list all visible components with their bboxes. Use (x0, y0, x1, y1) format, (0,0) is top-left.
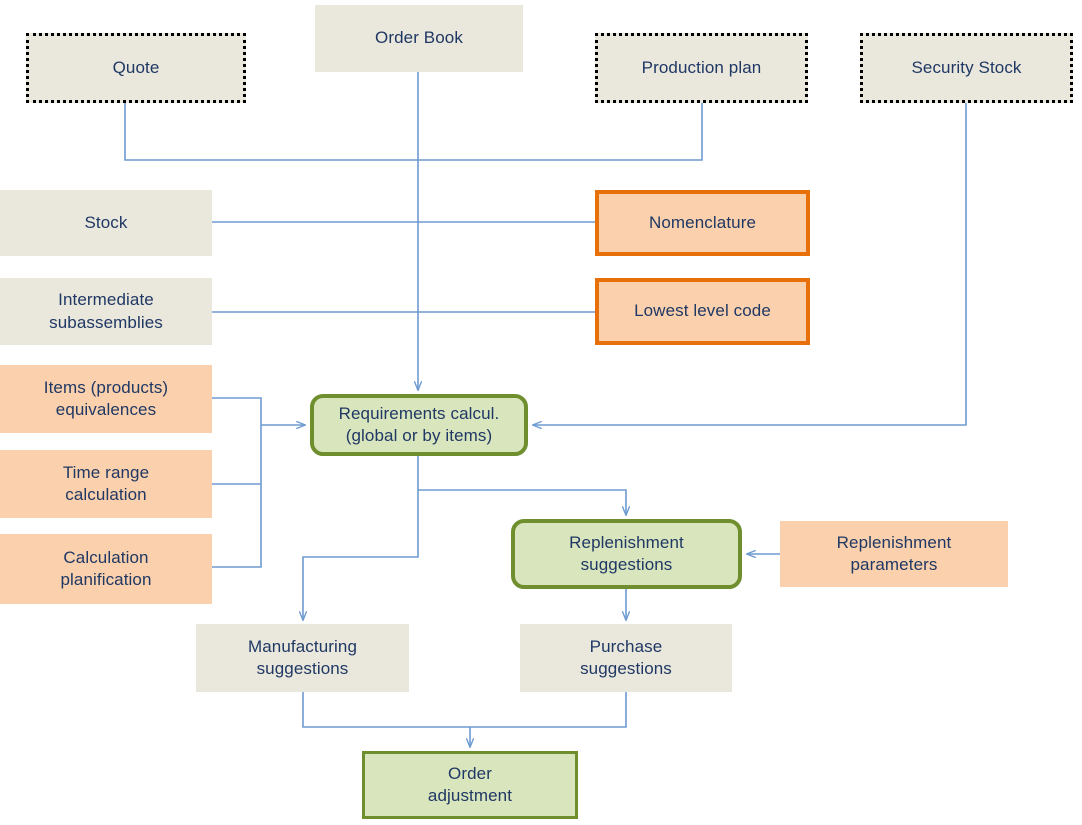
wire-requirements-to-manufacturing (303, 490, 419, 620)
node-manufacturing-suggestions-label: Manufacturing suggestions (247, 636, 358, 678)
node-security-stock[interactable]: Security Stock (860, 33, 1073, 103)
node-replenishment-suggestions-label: Replenishment suggestions (569, 532, 684, 574)
node-stock-label: Stock (84, 212, 128, 232)
node-production-plan[interactable]: Production plan (595, 33, 808, 103)
node-quote-label: Quote (112, 57, 160, 77)
wire-manufacturing-to-join (302, 692, 470, 728)
node-items-equivalences-label: Items (products) equivalences (43, 377, 169, 419)
node-manufacturing-suggestions[interactable]: Manufacturing suggestions (196, 624, 409, 692)
node-lowest-level-code[interactable]: Lowest level code (595, 278, 810, 345)
node-security-stock-label: Security Stock (911, 57, 1022, 77)
node-nomenclature[interactable]: Nomenclature (595, 190, 810, 256)
wire-production-plan-to-requirements (418, 103, 703, 161)
node-items-equivalences[interactable]: Items (products) equivalences (0, 365, 212, 433)
wire-requirements-to-replenishment (417, 456, 626, 515)
wire-quote-to-requirements (124, 103, 418, 161)
node-nomenclature-label: Nomenclature (648, 212, 757, 232)
node-replenishment-parameters[interactable]: Replenishment parameters (780, 521, 1008, 587)
node-time-range-calculation-label: Time range calculation (62, 462, 150, 504)
flowchart-canvas: Quote Order Book Production plan Securit… (0, 0, 1082, 825)
node-intermediate-subassemblies-label: Intermediate subassemblies (49, 290, 163, 332)
node-requirements-calculation[interactable]: Requirements calcul. (global or by items… (310, 394, 528, 456)
node-purchase-suggestions-label: Purchase suggestions (580, 636, 672, 678)
node-purchase-suggestions[interactable]: Purchase suggestions (520, 624, 732, 692)
wire-security-stock-to-requirements (533, 103, 967, 425)
wire-purchase-to-join (470, 692, 627, 728)
node-order-adjustment-label: Order adjustment (427, 763, 513, 805)
node-order-book-label: Order Book (375, 28, 463, 48)
node-order-adjustment[interactable]: Order adjustment (362, 751, 578, 819)
node-intermediate-subassemblies[interactable]: Intermediate subassemblies (0, 278, 212, 345)
node-quote[interactable]: Quote (26, 33, 246, 103)
node-replenishment-suggestions[interactable]: Replenishment suggestions (511, 519, 742, 589)
node-lowest-level-code-label: Lowest level code (634, 301, 771, 321)
node-replenishment-parameters-label: Replenishment parameters (836, 532, 952, 574)
node-stock[interactable]: Stock (0, 190, 212, 256)
node-production-plan-label: Production plan (641, 57, 762, 77)
node-calculation-planification-label: Calculation planification (60, 547, 152, 589)
node-requirements-calculation-label: Requirements calcul. (global or by items… (338, 403, 500, 445)
node-time-range-calculation[interactable]: Time range calculation (0, 450, 212, 518)
wire-peach-bus (212, 397, 262, 568)
node-calculation-planification[interactable]: Calculation planification (0, 534, 212, 604)
node-order-book[interactable]: Order Book (315, 5, 523, 72)
